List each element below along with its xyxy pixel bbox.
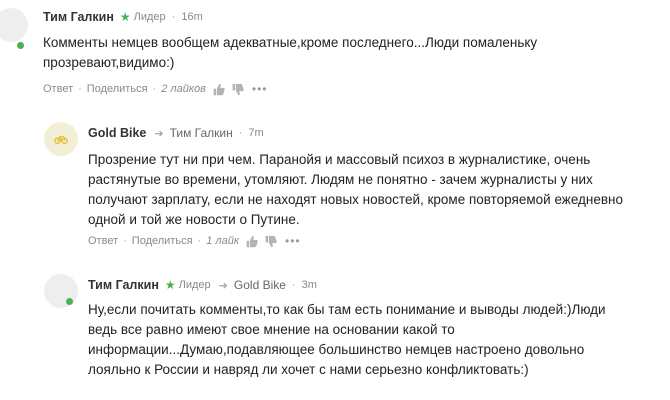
online-indicator xyxy=(17,42,24,49)
timestamp[interactable]: 16m xyxy=(181,11,202,23)
author-name[interactable]: Gold Bike xyxy=(88,126,146,140)
comment-header: Gold Bike ➜ Тим Галкин · 7m xyxy=(88,126,264,140)
author-name[interactable]: Тим Галкин xyxy=(88,278,159,292)
separator-dot: · xyxy=(197,235,202,247)
comment-1: Тим Галкин ★ Лидер · 16m Комменты немцев… xyxy=(0,0,670,112)
comment-2: Gold Bike ➜ Тим Галкин · 7m Прозрение ту… xyxy=(0,112,670,262)
comment-line: Прозрение тут ни при чем. Паранойя и мас… xyxy=(88,152,591,167)
more-dots-icon[interactable]: ••• xyxy=(285,234,301,248)
bicycle-icon xyxy=(54,132,68,146)
separator-dot: · xyxy=(171,11,176,23)
separator-dot: · xyxy=(78,83,82,95)
leader-badge: Лидер xyxy=(178,279,211,291)
leader-star-icon: ★ xyxy=(119,10,131,24)
thumbs-down-icon[interactable] xyxy=(231,83,244,96)
leader-badge: Лидер xyxy=(133,11,166,23)
separator-dot: · xyxy=(291,279,296,291)
comment-3: Тим Галкин ★ Лидер ➜ Gold Bike · 3m Ну,е… xyxy=(0,262,670,400)
comment-line: получают зарплату, если не находят новых… xyxy=(88,192,624,207)
avatar[interactable] xyxy=(0,8,28,42)
thumbs-down-icon[interactable] xyxy=(264,235,277,248)
separator-dot: · xyxy=(123,235,127,247)
comment-text: Ну,если почитать комменты,то как бы там … xyxy=(88,300,606,380)
comment-header: Тим Галкин ★ Лидер ➜ Gold Bike · 3m xyxy=(88,278,317,292)
comment-text: Комменты немцев вообщем адекватные,кроме… xyxy=(43,33,537,73)
separator-dot: · xyxy=(238,127,243,139)
share-button[interactable]: Поделиться xyxy=(132,235,193,247)
comment-line: Ну,если почитать комменты,то как бы там … xyxy=(88,302,606,317)
likes-count[interactable]: 1 лайк xyxy=(206,235,239,247)
comment-header: Тим Галкин ★ Лидер · 16m xyxy=(43,10,203,24)
timestamp[interactable]: 3m xyxy=(302,279,317,291)
comment-line: информации...Думаю,подавляющее большинст… xyxy=(88,342,585,357)
separator-dot: · xyxy=(152,83,157,95)
reply-arrow-icon: ➜ xyxy=(218,279,228,292)
reply-to-name[interactable]: Gold Bike xyxy=(234,278,286,292)
thumbs-up-icon[interactable] xyxy=(212,83,225,96)
reply-button[interactable]: Ответ xyxy=(88,235,118,247)
online-indicator xyxy=(66,298,73,305)
leader-star-icon: ★ xyxy=(164,278,176,292)
comment-line: одной и той же новости о Путине. xyxy=(88,212,300,227)
timestamp[interactable]: 7m xyxy=(248,127,263,139)
comment-actions: Ответ · Поделиться · 2 лайков ••• xyxy=(43,82,267,96)
comment-line: ведь все равно имеют свое мнение на осно… xyxy=(88,322,455,337)
share-button[interactable]: Поделиться xyxy=(87,83,148,95)
avatar[interactable] xyxy=(44,122,78,156)
comment-line: лояльно к России и навряд ли хочет с нам… xyxy=(88,362,529,377)
more-dots-icon[interactable]: ••• xyxy=(252,82,268,96)
likes-count[interactable]: 2 лайков xyxy=(161,83,206,95)
reply-button[interactable]: Ответ xyxy=(43,83,73,95)
avatar[interactable] xyxy=(44,274,78,308)
comment-line: прозревают,видимо:) xyxy=(43,55,175,70)
comment-line: растянутые во времени, утомляют. Людям н… xyxy=(88,172,593,187)
comment-actions: Ответ · Поделиться · 1 лайк ••• xyxy=(88,234,301,248)
comment-line: Комменты немцев вообщем адекватные,кроме… xyxy=(43,35,538,50)
author-name[interactable]: Тим Галкин xyxy=(43,10,114,24)
reply-to-name[interactable]: Тим Галкин xyxy=(170,126,233,140)
reply-arrow-icon: ➜ xyxy=(154,127,164,140)
thumbs-up-icon[interactable] xyxy=(245,235,258,248)
comment-text: Прозрение тут ни при чем. Паранойя и мас… xyxy=(88,150,623,230)
